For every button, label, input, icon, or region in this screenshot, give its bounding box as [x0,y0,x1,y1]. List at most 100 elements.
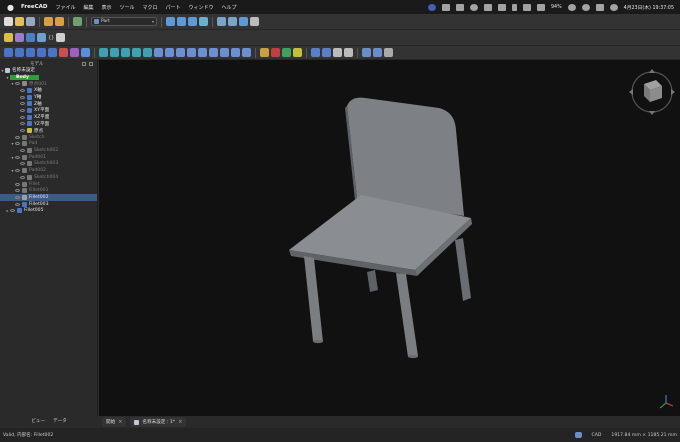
link-icon[interactable] [15,33,24,42]
visibility-eye-icon[interactable] [15,142,20,146]
tree-item-sketch002[interactable]: Sketch002 [0,147,97,154]
sync-icon[interactable] [469,3,478,11]
tree-item-fillet[interactable]: Fillet [0,181,97,188]
undo-icon[interactable] [44,17,53,26]
fillet-icon[interactable] [132,48,141,57]
tree-item-x-axis[interactable]: X軸 [0,87,97,94]
close-icon[interactable]: × [178,419,182,425]
tree-item-y-axis[interactable]: Y軸 [0,94,97,101]
float-panel-icon[interactable] [82,61,86,66]
folder-icon[interactable] [37,33,46,42]
menu-file[interactable]: ファイル [55,4,75,11]
loft-icon[interactable] [176,48,185,57]
tree-item-fillet001[interactable]: Fillet001 [0,187,97,194]
measure-linear-icon[interactable] [362,48,371,57]
tree-item-z-axis[interactable]: Z軸 [0,100,97,107]
siri-icon[interactable] [609,3,618,11]
refresh-icon[interactable] [73,17,82,26]
tree-item-pad001[interactable]: ▾ Pad001 [0,154,97,161]
measure-icon[interactable] [239,17,248,26]
check-geometry-icon[interactable] [344,48,353,57]
visibility-eye-icon[interactable] [15,189,20,193]
apple-menu-icon[interactable]: ● [6,3,15,12]
tab-document[interactable]: 名称未設定 : 1* × [130,417,187,427]
battery-icon[interactable] [536,3,545,11]
visibility-eye-icon[interactable] [20,108,25,112]
section-icon[interactable] [198,48,207,57]
tree-item-sketch[interactable]: Sketch [0,134,97,141]
revolve-icon[interactable] [110,48,119,57]
wifi-icon[interactable] [567,3,576,11]
visibility-eye-icon[interactable] [15,182,20,186]
split-icon[interactable] [322,48,331,57]
view-isometric-icon[interactable] [217,17,226,26]
save-icon[interactable] [26,17,35,26]
fuse-icon[interactable] [282,48,291,57]
braces-icon[interactable]: {} [48,35,54,41]
fit-selection-icon[interactable] [177,17,186,26]
menu-edit[interactable]: 編集 [83,4,93,11]
bluetooth-icon[interactable] [511,3,517,11]
tree-item-sketch003[interactable]: Sketch003 [0,161,97,168]
part-icon[interactable] [4,33,13,42]
menu-macro[interactable]: マクロ [143,4,158,11]
chamfer-icon[interactable] [143,48,152,57]
menu-part[interactable]: パート [166,4,181,11]
visibility-eye-icon[interactable] [10,209,15,213]
visibility-eye-icon[interactable] [15,82,20,86]
visibility-eye-icon[interactable] [15,195,20,199]
new-document-icon[interactable] [4,17,13,26]
tree-item-fillet005[interactable]: ▸ Fillet005 [0,207,97,214]
visibility-eye-icon[interactable] [15,135,20,139]
common-icon[interactable] [293,48,302,57]
record-icon[interactable] [427,3,436,11]
tree-item-fillet003[interactable]: Fillet003 [0,201,97,208]
compound-icon[interactable] [333,48,342,57]
make-face-icon[interactable] [154,48,163,57]
tab-start[interactable]: 開始 × [102,417,127,427]
visibility-eye-icon[interactable] [20,175,25,179]
fit-all-icon[interactable] [166,17,175,26]
cube-icon[interactable] [4,48,13,57]
menu-view[interactable]: 表示 [101,4,111,11]
app-status-icon[interactable] [441,3,450,11]
workbench-select[interactable]: Part ▾ [91,17,157,26]
tree-item-origin[interactable]: ▾ 原点001 [0,80,97,87]
tree-item-pad002[interactable]: ▾ Pad002 [0,167,97,174]
tree-item-sketch004[interactable]: Sketch004 [0,174,97,181]
tab-view[interactable]: ビュー [31,418,45,424]
shape-builder-icon[interactable] [81,48,90,57]
3d-viewport[interactable] [99,60,680,416]
group-icon[interactable] [26,33,35,42]
navigation-cube[interactable] [628,68,676,116]
visibility-eye-icon[interactable] [20,95,25,99]
tree-item-pad[interactable]: ▾ Pad [0,141,97,148]
visibility-eye-icon[interactable] [20,102,25,106]
tree-item-xz-plane[interactable]: XZ平面 [0,114,97,121]
torus-icon[interactable] [48,48,57,57]
primitives-icon[interactable] [70,48,79,57]
visibility-eye-icon[interactable] [20,115,25,119]
cut-icon[interactable] [271,48,280,57]
clock[interactable]: 4月23日(木) 19:37:05 [624,4,674,11]
tree-item-origin-point[interactable]: 原点 [0,127,97,134]
cylinder-icon[interactable] [15,48,24,57]
visibility-eye-icon[interactable] [15,169,20,173]
ruled-surface-icon[interactable] [165,48,174,57]
close-panel-icon[interactable] [89,61,93,66]
pointer-icon[interactable] [56,33,66,42]
extrude-icon[interactable] [99,48,108,57]
visibility-eye-icon[interactable] [15,202,20,206]
visibility-eye-icon[interactable] [20,162,25,166]
menu-tools[interactable]: ツール [119,4,134,11]
visibility-eye-icon[interactable] [20,129,25,133]
visibility-eye-icon[interactable] [20,88,25,92]
display-icon[interactable] [483,3,492,11]
app-menu[interactable]: FreeCAD [21,4,47,10]
control-center-icon[interactable] [595,3,604,11]
view-front-icon[interactable] [228,17,237,26]
search-icon[interactable] [581,3,590,11]
boolean-icon[interactable] [260,48,269,57]
chair-model[interactable] [99,60,680,416]
tree-item-body[interactable]: ▾ Body [0,74,97,81]
